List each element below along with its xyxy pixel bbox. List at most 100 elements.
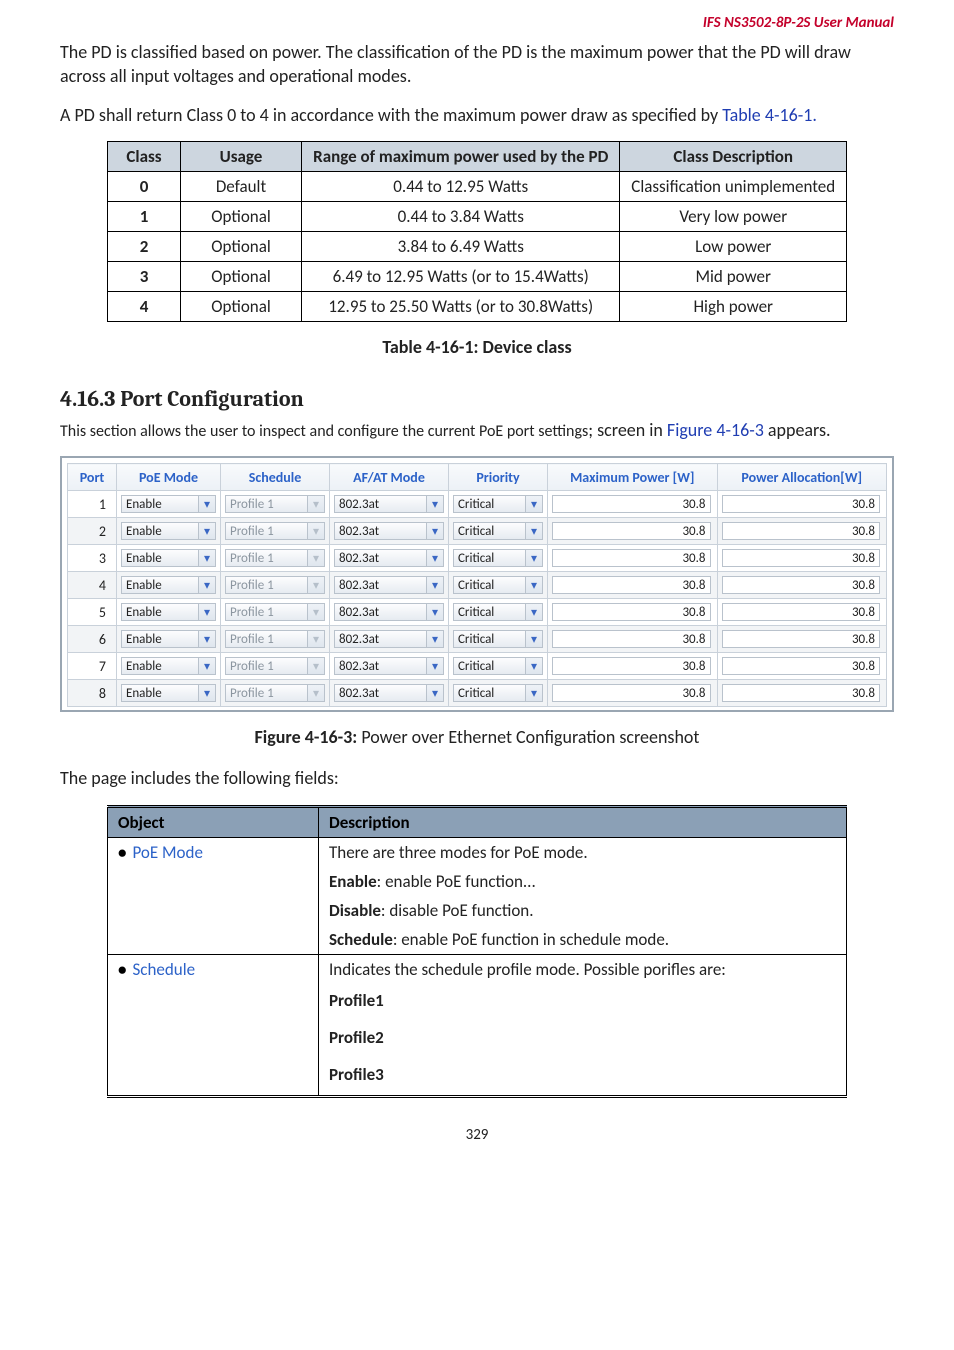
- poe-caption-rest: Power over Ethernet Configuration screen…: [361, 726, 699, 748]
- poe-header-alloc[interactable]: Power Allocation[W]: [717, 464, 887, 491]
- maxpower-input[interactable]: 30.8: [552, 522, 711, 540]
- obj-poe-mode-label-cell: •PoE Mode: [108, 837, 319, 867]
- profile3-label: Profile3: [329, 1064, 836, 1085]
- poe-caption-lead: Figure 4-16-3:: [255, 726, 362, 748]
- port-cell: 8: [68, 680, 117, 707]
- dropdown[interactable]: 802.3at▾: [334, 495, 444, 513]
- obj-empty-cell: [108, 1058, 319, 1097]
- chevron-down-icon: ▾: [525, 685, 542, 701]
- dropdown[interactable]: 802.3at▾: [334, 657, 444, 675]
- dropdown[interactable]: Enable▾: [121, 684, 216, 702]
- mode-cell: Enable▾: [117, 491, 221, 518]
- dropdown[interactable]: Critical▾: [453, 603, 543, 621]
- dropdown: Profile 1▾: [225, 657, 325, 675]
- maxpower-input[interactable]: 30.8: [552, 603, 711, 621]
- maxpower-input[interactable]: 30.8: [552, 576, 711, 594]
- enable-desc: : enable PoE function...: [377, 871, 536, 892]
- dropdown-value: Enable: [126, 632, 162, 647]
- dropdown-value: Critical: [458, 632, 494, 647]
- alloc-input[interactable]: 30.8: [722, 576, 881, 594]
- maxpower-cell: 30.8: [548, 572, 718, 599]
- dropdown[interactable]: 802.3at▾: [334, 522, 444, 540]
- maxpower-cell: 30.8: [548, 545, 718, 572]
- obj-schedule-label-cell: •Schedule: [108, 954, 319, 984]
- alloc-input[interactable]: 30.8: [722, 630, 881, 648]
- dropdown-value: Profile 1: [230, 551, 274, 566]
- dropdown-value: 802.3at: [339, 605, 379, 620]
- dropdown-value: Critical: [458, 605, 494, 620]
- dropdown: Profile 1▾: [225, 684, 325, 702]
- maxpower-input[interactable]: 30.8: [552, 657, 711, 675]
- alloc-input[interactable]: 30.8: [722, 657, 881, 675]
- poe-header-maxpower[interactable]: Maximum Power [W]: [548, 464, 718, 491]
- mode-cell: Enable▾: [117, 518, 221, 545]
- dropdown[interactable]: Critical▾: [453, 576, 543, 594]
- dropdown[interactable]: Enable▾: [121, 495, 216, 513]
- dropdown[interactable]: Critical ▾: [453, 495, 543, 513]
- dropdown[interactable]: 802.3at▾: [334, 549, 444, 567]
- chevron-down-icon: ▾: [307, 604, 324, 620]
- chevron-down-icon: ▾: [426, 523, 443, 539]
- obj-schedule-label: Schedule: [132, 959, 195, 980]
- port-cell: 1: [68, 491, 117, 518]
- alloc-input[interactable]: 30.8: [722, 549, 881, 567]
- poe-header-port[interactable]: Port: [68, 464, 117, 491]
- dropdown[interactable]: Critical▾: [453, 522, 543, 540]
- table-row: 1Optional0.44 to 3.84 WattsVery low powe…: [108, 201, 847, 231]
- dropdown[interactable]: Enable▾: [121, 630, 216, 648]
- chevron-down-icon: ▾: [426, 604, 443, 620]
- usage-cell: Default: [181, 171, 302, 201]
- maxpower-input[interactable]: 30.8: [552, 549, 711, 567]
- dropdown[interactable]: Enable▾: [121, 576, 216, 594]
- poe-header-schedule[interactable]: Schedule: [221, 464, 330, 491]
- table-row: 2Optional3.84 to 6.49 WattsLow power: [108, 231, 847, 261]
- port-cell: 5: [68, 599, 117, 626]
- mode-cell: Enable▾: [117, 572, 221, 599]
- poe-header-priority[interactable]: Priority: [449, 464, 548, 491]
- obj-empty-cell: [108, 984, 319, 1021]
- page-number: 329: [60, 1126, 894, 1144]
- mode-cell: Enable▾: [117, 545, 221, 572]
- dropdown-value: Critical: [458, 659, 494, 674]
- usage-cell: Optional: [181, 201, 302, 231]
- maxpower-input[interactable]: 30.8: [552, 630, 711, 648]
- maxpower-input[interactable]: 30.8: [552, 684, 711, 702]
- dropdown[interactable]: 802.3at▾: [334, 684, 444, 702]
- maxpower-input[interactable]: 30.8: [552, 495, 711, 513]
- chevron-down-icon: ▾: [525, 658, 542, 674]
- dropdown[interactable]: Critical▾: [453, 684, 543, 702]
- priority-cell: Critical▾: [449, 518, 548, 545]
- dropdown[interactable]: 802.3at▾: [334, 630, 444, 648]
- dropdown[interactable]: Critical▾: [453, 549, 543, 567]
- dropdown[interactable]: Enable▾: [121, 603, 216, 621]
- dropdown[interactable]: Enable▾: [121, 549, 216, 567]
- poe-header-mode[interactable]: PoE Mode: [117, 464, 221, 491]
- dropdown[interactable]: 802.3at ▾: [334, 603, 444, 621]
- afat-cell: 802.3at▾: [330, 653, 449, 680]
- alloc-input[interactable]: 30.8: [722, 684, 881, 702]
- table-row: 4Enable▾Profile 1▾802.3at▾Critical▾30.83…: [68, 572, 887, 599]
- range-cell: 0.44 to 3.84 Watts: [302, 201, 620, 231]
- poe-header-afat[interactable]: AF/AT Mode: [330, 464, 449, 491]
- maxpower-cell: 30.8: [548, 680, 718, 707]
- dropdown-value: Critical: [458, 497, 494, 512]
- figure-reference-link: Figure 4-16-3: [667, 419, 764, 441]
- alloc-input[interactable]: 30.8: [722, 603, 881, 621]
- poe-figure-caption: Figure 4-16-3: Power over Ethernet Confi…: [60, 726, 894, 748]
- chevron-down-icon: ▾: [426, 685, 443, 701]
- dropdown[interactable]: Enable▾: [121, 657, 216, 675]
- dropdown[interactable]: Critical▾: [453, 630, 543, 648]
- schedule-cell: Profile 1▾: [221, 572, 330, 599]
- chevron-down-icon: ▾: [525, 550, 542, 566]
- dropdown[interactable]: Critical ▾: [453, 657, 543, 675]
- alloc-input[interactable]: 30.8: [722, 522, 881, 540]
- alloc-input[interactable]: 30.8: [722, 495, 881, 513]
- dropdown[interactable]: Enable▾: [121, 522, 216, 540]
- chevron-down-icon: ▾: [198, 496, 215, 512]
- chevron-down-icon: ▾: [426, 496, 443, 512]
- class-table-caption: Table 4-16-1: Device class: [60, 336, 894, 358]
- chevron-down-icon: ▾: [525, 496, 542, 512]
- desc-cell: Low power: [620, 231, 847, 261]
- dropdown[interactable]: 802.3at▾: [334, 576, 444, 594]
- table-row: 6Enable▾Profile 1▾802.3at▾Critical▾30.83…: [68, 626, 887, 653]
